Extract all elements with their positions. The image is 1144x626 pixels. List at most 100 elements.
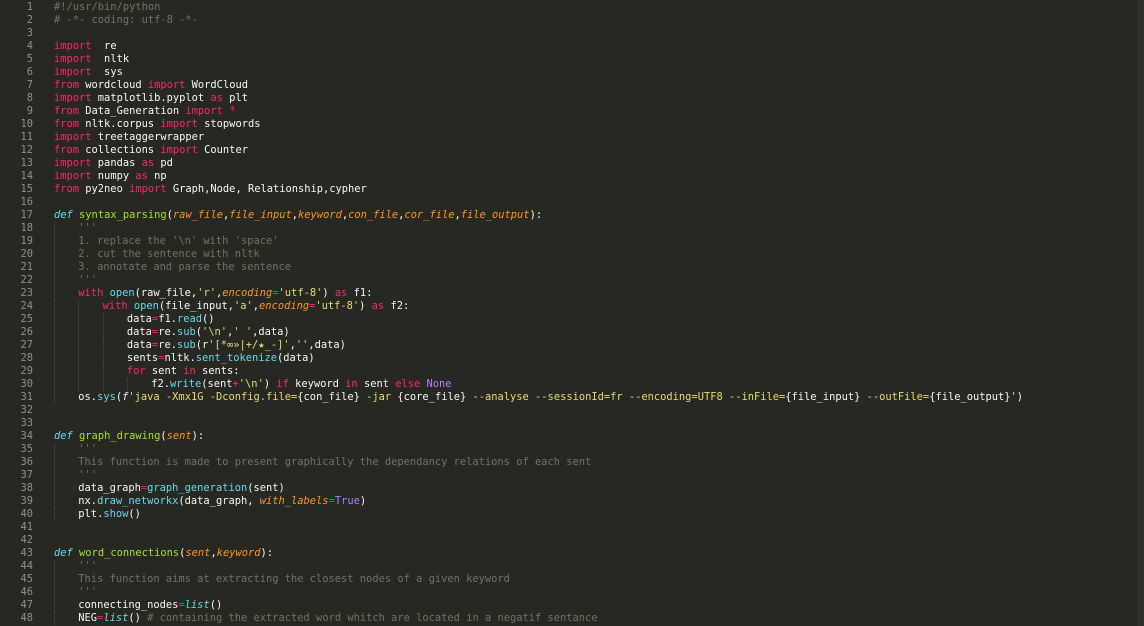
- code-line[interactable]: def word_connections(sent,keyword):: [46, 547, 1136, 560]
- code-token: ''': [78, 222, 98, 234]
- code-line[interactable]: import pandas as pd: [46, 157, 1136, 170]
- code-line[interactable]: import sys: [46, 66, 1136, 79]
- code-line[interactable]: plt.show(): [46, 508, 1136, 521]
- code-token: as: [371, 300, 385, 312]
- code-line[interactable]: with open(file_input,'a',encoding='utf-8…: [46, 300, 1136, 313]
- code-line[interactable]: data=re.sub(r'[*∞»|+/★_-]','',data): [46, 339, 1136, 352]
- code-line[interactable]: f2.write(sent+'\n') if keyword in sent e…: [46, 378, 1136, 391]
- minimap-strip[interactable]: [1137, 0, 1144, 626]
- code-line[interactable]: ''': [46, 443, 1136, 456]
- code-line[interactable]: ''': [46, 274, 1136, 287]
- line-number: 48: [20, 612, 33, 624]
- code-token: as: [141, 157, 155, 169]
- code-token: encoding: [222, 287, 273, 299]
- code-line[interactable]: import matplotlib.pyplot as plt: [46, 92, 1136, 105]
- code-line[interactable]: # -*- coding: utf-8 -*-: [46, 14, 1136, 27]
- code-token: collections: [79, 144, 161, 156]
- code-token: pd: [154, 157, 173, 169]
- line-number: 16: [20, 196, 33, 208]
- code-line[interactable]: [46, 404, 1136, 417]
- code-line[interactable]: sents=nltk.sent_tokenize(data): [46, 352, 1136, 365]
- code-token: sent_tokenize: [195, 352, 278, 364]
- code-text: from Data_Generation import *: [54, 105, 235, 118]
- code-text: ''': [78, 274, 97, 287]
- code-token: else: [395, 378, 421, 390]
- code-editor[interactable]: 1 2 3 4 5 6 7 8 9 10 11 12 13 14 15 16 17 18 19 20 21 22 23 24 2…: [0, 0, 1144, 626]
- code-line[interactable]: NEG=list() # containing the extracted wo…: [46, 612, 1136, 625]
- code-token: sub: [176, 339, 196, 351]
- code-token: # -*- coding: utf-8 -*-: [54, 14, 198, 26]
- code-line[interactable]: #!/usr/bin/python: [46, 1, 1136, 14]
- indent-guide: [102, 352, 104, 365]
- code-token: NEG: [78, 612, 98, 624]
- code-text: #!/usr/bin/python: [54, 1, 160, 14]
- code-line[interactable]: import treetaggerwrapper: [46, 131, 1136, 144]
- line-number: 1: [26, 1, 33, 13]
- code-line[interactable]: ''': [46, 469, 1136, 482]
- line-number: 47: [20, 599, 33, 611]
- indent-guide: [54, 287, 55, 300]
- code-token: ): [359, 300, 372, 312]
- code-line[interactable]: for sent in sents:: [46, 365, 1136, 378]
- code-line[interactable]: data_graph=graph_generation(sent): [46, 482, 1136, 495]
- code-token: re.: [158, 326, 177, 338]
- code-line[interactable]: ''': [46, 222, 1136, 235]
- code-line[interactable]: from collections import Counter: [46, 144, 1136, 157]
- line-number: 6: [26, 66, 33, 78]
- code-line[interactable]: def graph_drawing(sent):: [46, 430, 1136, 443]
- code-line[interactable]: import re: [46, 40, 1136, 53]
- code-line[interactable]: 2. cut the sentence with nltk: [46, 248, 1136, 261]
- code-token: connecting_nodes: [78, 599, 179, 611]
- line-number: 44: [20, 560, 33, 572]
- code-line[interactable]: import nltk: [46, 53, 1136, 66]
- code-line[interactable]: from nltk.corpus import stopwords: [46, 118, 1136, 131]
- line-number: 45: [20, 573, 33, 585]
- code-token: as: [210, 92, 223, 104]
- code-line[interactable]: connecting_nodes=list(): [46, 599, 1136, 612]
- code-line[interactable]: ''': [46, 560, 1136, 573]
- code-token: nltk.corpus: [79, 118, 161, 130]
- code-token: 3. annotate and parse the sentence: [78, 261, 291, 273]
- code-token: def: [54, 547, 73, 559]
- code-line[interactable]: data=re.sub('\n',' ',data): [46, 326, 1136, 339]
- code-line[interactable]: from wordcloud import WordCloud: [46, 79, 1136, 92]
- indent-guide: [78, 300, 80, 313]
- code-text: ''': [78, 586, 97, 599]
- code-token: sys: [97, 391, 116, 403]
- code-token: nltk.: [164, 352, 196, 364]
- line-number: 27: [20, 339, 33, 351]
- indent-guide: [102, 378, 104, 391]
- code-line[interactable]: with open(raw_file,'r',encoding='utf-8')…: [46, 287, 1136, 300]
- code-line[interactable]: [46, 196, 1136, 209]
- code-line[interactable]: 1. replace the '\n' with 'space': [46, 235, 1136, 248]
- code-text: from py2neo import Graph,Node, Relations…: [54, 183, 367, 196]
- code-line[interactable]: [46, 417, 1136, 430]
- code-line[interactable]: [46, 534, 1136, 547]
- code-line[interactable]: [46, 27, 1136, 40]
- code-line[interactable]: nx.draw_networkx(data_graph, with_labels…: [46, 495, 1136, 508]
- code-line[interactable]: from py2neo import Graph,Node, Relations…: [46, 183, 1136, 196]
- code-token: #!/usr/bin/python: [54, 1, 161, 13]
- code-line[interactable]: from Data_Generation import *: [46, 105, 1136, 118]
- code-token: {file_input}: [785, 391, 861, 403]
- code-text: for sent in sents:: [127, 365, 240, 378]
- code-line[interactable]: 3. annotate and parse the sentence: [46, 261, 1136, 274]
- code-line[interactable]: This function aims at extracting the clo…: [46, 573, 1136, 586]
- code-token: ): [322, 287, 335, 299]
- code-token: nltk: [91, 53, 130, 65]
- code-line[interactable]: ''': [46, 586, 1136, 599]
- code-token: treetaggerwrapper: [91, 131, 205, 143]
- code-line[interactable]: [46, 521, 1136, 534]
- code-text: sents=nltk.sent_tokenize(data): [127, 352, 315, 365]
- code-line[interactable]: This function is made to present graphic…: [46, 456, 1136, 469]
- code-token: import: [54, 92, 92, 104]
- code-line[interactable]: import numpy as np: [46, 170, 1136, 183]
- code-text: import pandas as pd: [54, 157, 173, 170]
- code-line[interactable]: def syntax_parsing(raw_file,file_input,k…: [46, 209, 1136, 222]
- code-area[interactable]: #!/usr/bin/python # -*- coding: utf-8 -*-…: [46, 0, 1144, 626]
- code-token: numpy: [91, 170, 136, 182]
- code-token: as: [135, 170, 148, 182]
- code-line[interactable]: os.sys(f'java -Xmx1G -Dconfig.file={con_…: [46, 391, 1136, 404]
- code-line[interactable]: data=f1.read(): [46, 313, 1136, 326]
- code-token: with: [102, 300, 128, 312]
